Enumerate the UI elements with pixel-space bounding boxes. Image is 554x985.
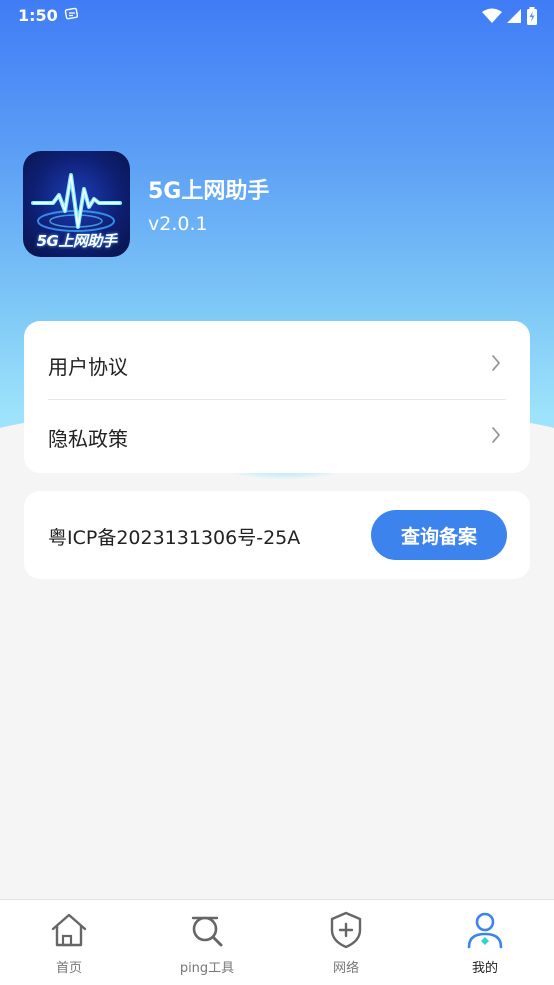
logo-text: 5G上网助手 bbox=[36, 232, 117, 250]
home-icon bbox=[51, 913, 87, 947]
menu-item-user-agreement[interactable]: 用户协议 bbox=[48, 327, 506, 399]
user-icon bbox=[467, 912, 503, 949]
tab-label: 网络 bbox=[332, 961, 359, 976]
menu-item-label: 用户协议 bbox=[48, 355, 128, 379]
tab-mine[interactable]: 我的 bbox=[416, 900, 554, 985]
menu-item-privacy-policy[interactable]: 隐私政策 bbox=[48, 399, 506, 471]
tab-ping-tool[interactable]: ping工具 bbox=[138, 900, 276, 985]
signal-icon bbox=[506, 8, 522, 28]
wifi-icon bbox=[482, 8, 502, 28]
app-name: 5G上网助手 bbox=[148, 179, 270, 204]
bottom-tab-bar: 首页 ping工具 网络 我的 bbox=[0, 899, 554, 985]
magnifier-icon bbox=[191, 916, 223, 947]
status-bar: 1:50 bbox=[0, 0, 554, 32]
tab-label: ping工具 bbox=[179, 961, 235, 976]
tab-home[interactable]: 首页 bbox=[0, 900, 138, 985]
tab-label: 首页 bbox=[55, 961, 82, 976]
tab-network[interactable]: 网络 bbox=[277, 900, 415, 985]
chevron-right-icon bbox=[490, 425, 502, 449]
icp-card: 粤ICP备2023131306号-25A 查询备案 bbox=[24, 491, 530, 579]
app-version: v2.0.1 bbox=[148, 213, 208, 235]
shield-plus-icon bbox=[330, 911, 362, 949]
app-logo: 5G上网助手 bbox=[23, 151, 130, 257]
menu-card: 用户协议 隐私政策 bbox=[24, 321, 530, 473]
battery-icon bbox=[526, 7, 538, 29]
notification-icon bbox=[64, 6, 80, 26]
icp-number: 粤ICP备2023131306号-25A bbox=[48, 527, 301, 549]
query-record-button[interactable]: 查询备案 bbox=[371, 510, 507, 560]
chevron-right-icon bbox=[490, 353, 502, 377]
menu-item-label: 隐私政策 bbox=[48, 427, 128, 451]
status-time: 1:50 bbox=[18, 6, 58, 25]
tab-label: 我的 bbox=[471, 961, 498, 976]
